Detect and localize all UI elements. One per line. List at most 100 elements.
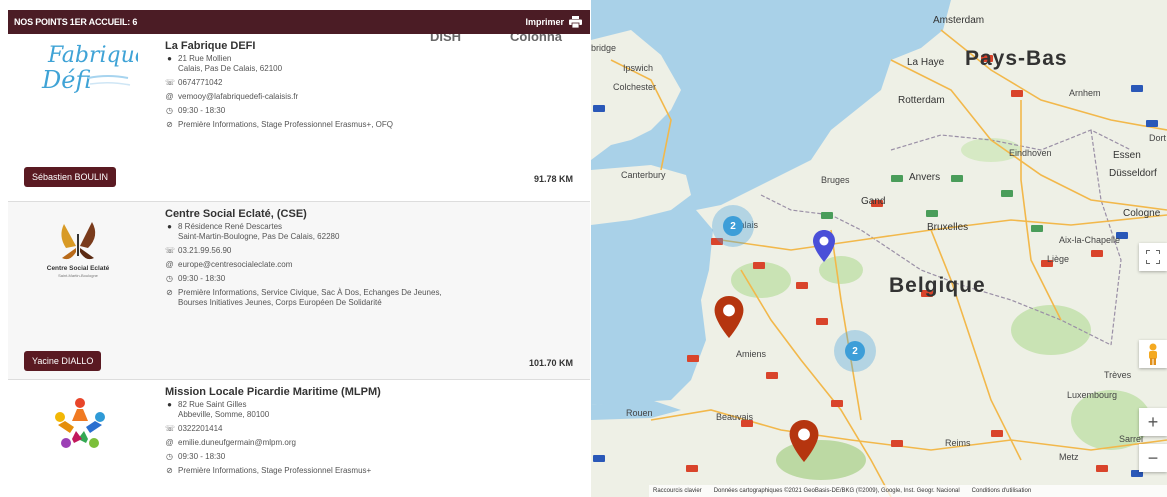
logo-text: Centre Social Eclaté — [47, 265, 110, 272]
map-label-amiens: Amiens — [736, 349, 767, 359]
map-label-la-haye: La Haye — [907, 57, 945, 68]
list-header: NOS POINTS 1ER ACCUEIL: 6 Imprimer — [8, 10, 590, 34]
map-label-eindhoven: Eindhoven — [1009, 148, 1052, 158]
terms-link[interactable]: Conditions d'utilisation — [972, 488, 1032, 494]
map-label-gand: Gand — [861, 196, 886, 207]
address-city: Saint-Martin-Boulogne, Pas De Calais, 62… — [178, 232, 340, 241]
mlpm-logo — [18, 390, 138, 460]
svg-text:Défi: Défi — [41, 66, 91, 94]
map-label-beauvais: Beauvais — [716, 412, 754, 422]
map-label-belgique: Belgique — [889, 274, 986, 297]
cluster-count: 2 — [845, 341, 865, 361]
marker-cluster[interactable]: 2 — [712, 205, 754, 247]
email-icon: @ — [165, 260, 174, 269]
map-label-bruges: Bruges — [821, 175, 850, 185]
fullscreen-button[interactable] — [1139, 243, 1167, 271]
map-label-amsterdam: Amsterdam — [933, 15, 985, 26]
map-label-treves: Trèves — [1104, 370, 1132, 380]
list-title: NOS POINTS 1ER ACCUEIL: 6 — [14, 17, 138, 27]
point-services: Première Informations, Stage Professionn… — [178, 120, 393, 129]
clock-icon: ◷ — [166, 274, 173, 283]
map-label-colchester: Colchester — [613, 82, 657, 92]
printer-icon — [569, 16, 582, 28]
phone-icon: ☏ — [165, 78, 176, 87]
point-email[interactable]: europe@centresocialeclate.com — [178, 260, 292, 270]
email-icon: @ — [165, 92, 174, 101]
phone-icon: ☏ — [165, 246, 176, 255]
marker-cluster[interactable]: 2 — [834, 330, 876, 372]
map-base — [591, 0, 1167, 497]
point-services: Première Informations, Stage Professionn… — [178, 466, 372, 475]
distance-label: 101.70 KM — [528, 358, 573, 368]
tag-icon: ⊘ — [166, 288, 173, 297]
map-data-credit: Données cartographiques ©2021 GeoBasis-D… — [713, 488, 960, 494]
map-attribution: Raccourcis clavier Données cartographiqu… — [649, 485, 1167, 497]
map-label-bruxelles: Bruxelles — [927, 222, 969, 233]
point-email[interactable]: emilie.duneufgermain@mlpm.org — [178, 438, 296, 448]
map-label-rotterdam: Rotterdam — [898, 95, 945, 106]
print-label: Imprimer — [525, 17, 564, 27]
address-street: 21 Rue Mollien — [178, 54, 232, 63]
map-label-luxembourg: Luxembourg — [1067, 390, 1118, 400]
map-label-dort: Dort — [1149, 133, 1167, 143]
list-item[interactable]: Centre Social Eclaté Saint-Martin-Boulog… — [8, 202, 590, 380]
map-marker-icon: ● — [167, 222, 172, 231]
point-name: Mission Locale Picardie Maritime (MLPM) — [165, 386, 381, 398]
point-name: La Fabrique DEFI — [165, 40, 256, 52]
list-item[interactable]: Mission Locale Picardie Maritime (MLPM) … — [8, 380, 590, 497]
map-label-liege: Liège — [1047, 254, 1070, 264]
map-marker-icon: ● — [167, 400, 172, 409]
cluster-count: 2 — [723, 216, 743, 236]
point-services: Première Informations, Service Civique, … — [178, 288, 442, 307]
map-marker-red-icon[interactable] — [789, 420, 819, 462]
keyboard-shortcuts-link[interactable]: Raccourcis clavier — [653, 488, 702, 494]
map-label-dusseldorf: Düsseldorf — [1109, 168, 1157, 179]
print-button[interactable]: Imprimer — [525, 16, 582, 28]
address-city: Abbeville, Somme, 80100 — [178, 410, 270, 419]
map-label-arnhem: Arnhem — [1069, 88, 1101, 98]
point-address: 8 Résidence René Descartes Saint-Martin-B… — [178, 222, 339, 242]
point-hours: 09:30 - 18:30 — [178, 274, 226, 283]
map-label-rouen: Rouen — [626, 408, 653, 418]
address-street: 8 Résidence René Descartes — [178, 222, 283, 231]
zoom-in-button[interactable]: + — [1139, 408, 1167, 436]
point-name: Centre Social Eclaté, (CSE) — [165, 208, 307, 220]
distance-label: 91.78 KM — [533, 174, 573, 184]
map-label-bridge: bridge — [591, 43, 617, 53]
list-item[interactable]: Fabrique Défi La Fabrique DEFI ● 21 Rue … — [8, 34, 590, 202]
map-label-aix: Aix-la-Chapelle — [1059, 235, 1121, 245]
map-label-canterbury: Canterbury — [621, 170, 666, 180]
point-phone[interactable]: 03.21.99.56.90 — [178, 246, 231, 256]
fullscreen-icon — [1146, 250, 1160, 264]
point-address: 21 Rue Mollien Calais, Pas De Calais, 621… — [178, 54, 282, 74]
point-email[interactable]: vemooy@lafabriquedefi-calaisis.fr — [178, 92, 298, 102]
map-marker-red-icon[interactable] — [714, 296, 744, 338]
map-view[interactable]: Amsterdam Pays-Bas La Haye Rotterdam Arn… — [591, 0, 1167, 497]
point-phone[interactable]: 0322201414 — [178, 424, 223, 434]
map-marker-blue-icon[interactable] — [813, 230, 835, 262]
map-label-essen: Essen — [1113, 150, 1141, 161]
address-street: 82 Rue Saint Gilles — [178, 400, 247, 409]
phone-icon: ☏ — [165, 424, 176, 433]
map-label-cologne: Cologne — [1123, 208, 1161, 219]
map-label-metz: Metz — [1059, 452, 1079, 462]
tag-icon: ⊘ — [166, 120, 173, 129]
clock-icon: ◷ — [166, 452, 173, 461]
map-label-reims: Reims — [945, 438, 971, 448]
map-marker-icon: ● — [167, 54, 172, 63]
map-label-pays-bas: Pays-Bas — [965, 47, 1068, 70]
svg-text:Fabrique: Fabrique — [47, 43, 138, 68]
zoom-out-button[interactable]: − — [1139, 444, 1167, 472]
street-view-button[interactable] — [1139, 340, 1167, 368]
advisor-button[interactable]: Yacine DIALLO — [24, 351, 102, 371]
clock-icon: ◷ — [166, 106, 173, 115]
points-list-panel: DISH Colonna NOS POINTS 1ER ACCUEIL: 6 I… — [0, 0, 591, 497]
logo-subtext: Saint-Martin-Boulogne — [58, 273, 99, 278]
point-hours: 09:30 - 18:30 — [178, 106, 226, 115]
centre-social-eclate-logo: Centre Social Eclaté Saint-Martin-Boulog… — [18, 216, 138, 286]
point-phone[interactable]: 0674771042 — [178, 78, 223, 88]
map-label-ipswich: Ipswich — [623, 63, 654, 73]
advisor-button[interactable]: Sébastien BOULIN — [24, 167, 117, 187]
map-label-anvers: Anvers — [909, 172, 941, 183]
tag-icon: ⊘ — [166, 466, 173, 475]
